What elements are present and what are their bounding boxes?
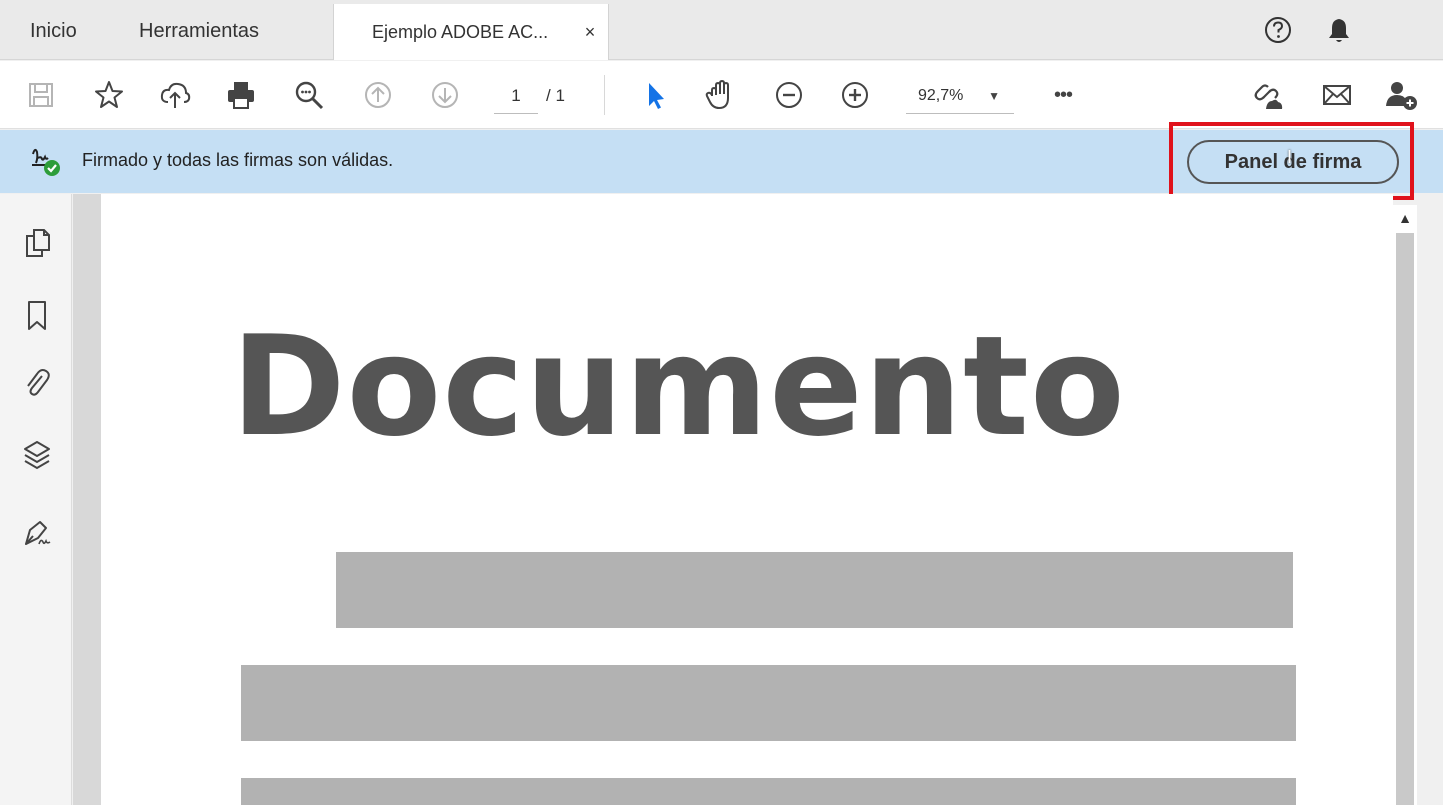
document-title: Documento (231, 306, 1126, 467)
document-page: Documento (101, 194, 1393, 805)
text-placeholder-bar (336, 552, 1293, 628)
page-total: / 1 (546, 86, 565, 105)
layers-icon[interactable] (22, 438, 52, 472)
bookmarks-icon[interactable] (22, 298, 52, 332)
right-gutter (1417, 194, 1443, 805)
tab-document-label: Ejemplo ADOBE AC... (372, 22, 549, 42)
notifications-bell-icon[interactable] (1324, 15, 1354, 45)
page-down-icon[interactable] (428, 78, 462, 112)
zoom-select[interactable]: 92,7% ▼ (906, 80, 1014, 114)
zoom-out-icon[interactable] (772, 78, 806, 112)
tab-document[interactable]: Ejemplo ADOBE AC... × (333, 4, 609, 60)
text-placeholder-bar (241, 665, 1296, 741)
tab-tools[interactable]: Herramientas (139, 8, 259, 54)
signatures-icon[interactable] (22, 516, 52, 550)
cloud-upload-icon[interactable] (158, 78, 192, 112)
main-toolbar: 1 / 1 92,7% ▼ ••• (0, 61, 1443, 129)
signature-panel-button[interactable]: Panel de firma (1187, 140, 1399, 184)
signature-valid-icon (30, 144, 64, 178)
zoom-in-icon[interactable] (838, 78, 872, 112)
text-placeholder-bar (241, 778, 1296, 805)
acrobat-window: Inicio Herramientas Ejemplo ADOBE AC... … (0, 0, 1443, 805)
print-icon[interactable] (224, 78, 258, 112)
scroll-up-icon[interactable]: ▲ (1393, 205, 1417, 231)
toolbar-divider (604, 75, 605, 115)
add-user-icon[interactable] (1384, 78, 1418, 112)
vertical-scrollbar[interactable]: ▲ (1393, 205, 1417, 805)
page-thumbnails-icon[interactable] (22, 226, 52, 260)
select-pointer-icon[interactable] (638, 78, 672, 112)
navigation-rail (0, 194, 72, 805)
help-icon[interactable] (1263, 15, 1293, 45)
chevron-down-icon: ▼ (988, 89, 1000, 103)
share-link-icon[interactable] (1250, 78, 1284, 112)
tab-home[interactable]: Inicio (30, 8, 77, 54)
more-options-icon[interactable]: ••• (1046, 78, 1080, 112)
save-icon[interactable] (24, 78, 58, 112)
scrollbar-track[interactable] (1396, 233, 1414, 805)
signature-status-message: Firmado y todas las firmas son válidas. (82, 150, 394, 170)
zoom-value: 92,7% (918, 87, 964, 104)
document-viewport[interactable]: Documento (73, 194, 1393, 805)
attachments-icon[interactable] (22, 366, 52, 400)
page-number-input[interactable]: 1 (494, 80, 538, 114)
email-icon[interactable] (1320, 78, 1354, 112)
page-up-icon[interactable] (361, 78, 395, 112)
search-zoom-icon[interactable] (292, 78, 326, 112)
hand-tool-icon[interactable] (704, 78, 738, 112)
tab-close-button[interactable]: × (580, 4, 600, 60)
tab-bar: Inicio Herramientas Ejemplo ADOBE AC... … (0, 0, 1443, 60)
bookmark-star-icon[interactable] (92, 78, 126, 112)
